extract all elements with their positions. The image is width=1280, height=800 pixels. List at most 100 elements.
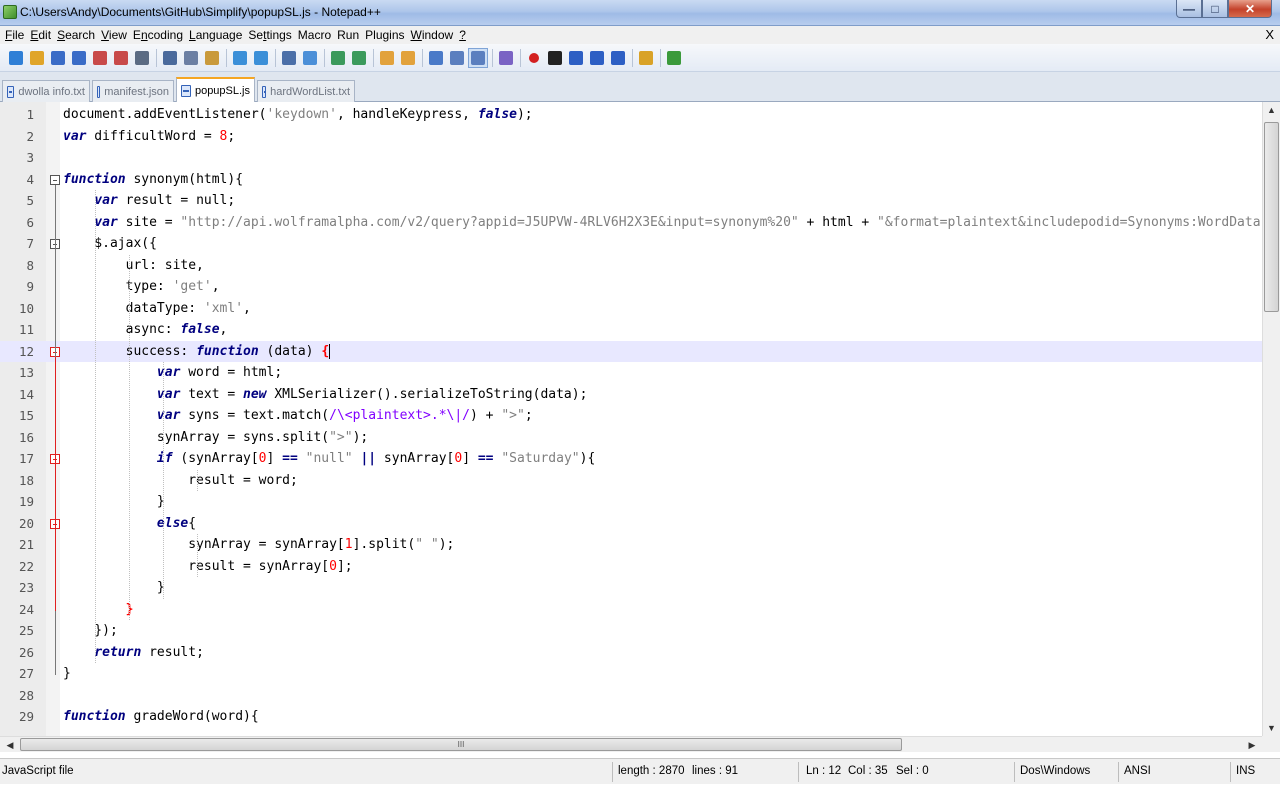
sync-vertical-button[interactable]	[377, 48, 397, 68]
word-wrap-icon	[429, 50, 443, 65]
save-all-icon	[72, 50, 86, 65]
menu-settings[interactable]: Settings	[247, 28, 296, 42]
save-all-button[interactable]	[69, 48, 89, 68]
code-line[interactable]: 12 success: function (data) {	[0, 340, 1262, 362]
scroll-down-arrow-icon[interactable]: ▼	[1263, 720, 1280, 736]
record-macro-button[interactable]	[524, 48, 544, 68]
menu-encoding[interactable]: Encoding	[132, 28, 188, 42]
scroll-right-arrow-icon[interactable]: ▶	[1244, 737, 1260, 753]
maximize-button[interactable]: □	[1202, 0, 1228, 18]
spellcheck-button[interactable]	[664, 48, 684, 68]
save-macro-button[interactable]	[608, 48, 628, 68]
zoom-out-button[interactable]	[349, 48, 369, 68]
code-line[interactable]: 26 return result;	[0, 642, 1262, 664]
horizontal-scroll-thumb[interactable]: III	[20, 738, 902, 751]
indent-guide-icon	[471, 50, 485, 65]
code-line[interactable]: 24 }	[0, 599, 1262, 621]
code-line[interactable]: 9 type: 'get',	[0, 276, 1262, 298]
new-file-button[interactable]	[6, 48, 26, 68]
code-line[interactable]: 18 result = word;	[0, 470, 1262, 492]
code-line[interactable]: 27}	[0, 663, 1262, 685]
menu-window[interactable]: Window	[410, 28, 459, 42]
code-line[interactable]: 20 else{	[0, 513, 1262, 535]
code-line[interactable]: 21 synArray = synArray[1].split(" ");	[0, 534, 1262, 556]
code-line[interactable]: 15 var syns = text.match(/\<plaintext>.*…	[0, 405, 1262, 427]
word-wrap-button[interactable]	[426, 48, 446, 68]
code-editor[interactable]: 1 document.addEventListener('keydown', ha…	[0, 102, 1262, 736]
line-number: 14	[18, 386, 34, 402]
code-line[interactable]: 23 }	[0, 577, 1262, 599]
save-button[interactable]	[48, 48, 68, 68]
play-macro-button[interactable]	[566, 48, 586, 68]
menu-macro[interactable]: Macro	[297, 28, 336, 42]
code-line[interactable]: 17 if (synArray[0] == "null" || synArray…	[0, 448, 1262, 470]
indent-guide-button[interactable]	[468, 47, 488, 68]
code-line[interactable]: 22 result = synArray[0];	[0, 556, 1262, 578]
code-line[interactable]: 14 var text = new XMLSerializer().serial…	[0, 384, 1262, 406]
paste-button[interactable]	[202, 48, 222, 68]
code-line[interactable]: 3	[0, 147, 1262, 169]
replace-button[interactable]	[300, 48, 320, 68]
menu-language[interactable]: Language	[188, 28, 247, 42]
fold-toggle-icon[interactable]	[50, 174, 60, 185]
code-line[interactable]: 2 var difficultWord = 8;	[0, 126, 1262, 148]
tab-popupsl-js[interactable]: popupSL.js	[176, 77, 255, 102]
code-line[interactable]: 29 function gradeWord(word){	[0, 706, 1262, 728]
menu-run[interactable]: Run	[336, 28, 364, 42]
code-line[interactable]: 16 synArray = syns.split(">");	[0, 427, 1262, 449]
vertical-scroll-thumb[interactable]	[1264, 122, 1279, 312]
vertical-scrollbar[interactable]: ▲ ▼	[1262, 102, 1280, 736]
plugin-button[interactable]	[636, 48, 656, 68]
code-line[interactable]: 1 document.addEventListener('keydown', ha…	[0, 104, 1262, 126]
minimize-button[interactable]: —	[1176, 0, 1202, 18]
tab-dwolla-info-txt[interactable]: dwolla info.txt	[2, 80, 90, 102]
close-document-icon[interactable]: X	[1265, 27, 1274, 42]
scroll-left-arrow-icon[interactable]: ◀	[2, 737, 18, 753]
open-file-button[interactable]	[27, 48, 47, 68]
notepadpp-app-icon[interactable]	[3, 5, 17, 19]
code-line[interactable]: 5 var result = null;	[0, 190, 1262, 212]
line-number: 22	[18, 558, 34, 574]
menu-edit[interactable]: Edit	[29, 28, 56, 42]
menu-view[interactable]: View	[100, 28, 132, 42]
redo-button[interactable]	[251, 48, 271, 68]
line-number: 17	[18, 451, 34, 466]
scroll-up-arrow-icon[interactable]: ▲	[1263, 102, 1280, 118]
show-all-chars-button[interactable]	[447, 48, 467, 68]
code-line[interactable]: 8 url: site,	[0, 255, 1262, 277]
run-macro-multiple-button[interactable]	[587, 48, 607, 68]
close-window-button[interactable]: ✕	[1228, 0, 1272, 18]
copy-button[interactable]	[181, 48, 201, 68]
menu-file[interactable]: File	[4, 28, 29, 42]
tab-bar: dwolla info.txt manifest.json popupSL.js ha…	[0, 72, 1280, 102]
code-line[interactable]: 7 $.ajax({	[0, 233, 1262, 255]
line-number: 26	[18, 644, 34, 660]
undo-button[interactable]	[230, 48, 250, 68]
tab-hardwordlist-txt[interactable]: hardWordList.txt	[257, 80, 355, 102]
user-lang-button[interactable]	[496, 48, 516, 68]
menu-help[interactable]: ?	[458, 28, 471, 42]
print-button[interactable]	[132, 48, 152, 68]
close-all-button[interactable]	[111, 48, 131, 68]
close-button[interactable]	[90, 48, 110, 68]
stop-macro-button[interactable]	[545, 48, 565, 68]
toolbar-separator	[520, 48, 521, 67]
menu-plugins[interactable]: Plugins	[364, 28, 409, 42]
status-lines: lines : 91	[692, 765, 739, 777]
code-line[interactable]: 19 }	[0, 491, 1262, 513]
code-line[interactable]: 10 dataType: 'xml',	[0, 298, 1262, 320]
code-line[interactable]: 4 function synonym(html){	[0, 169, 1262, 191]
code-line[interactable]: 13 var word = html;	[0, 362, 1262, 384]
code-line[interactable]: 11 async: false,	[0, 319, 1262, 341]
cut-button[interactable]	[160, 48, 180, 68]
zoom-in-button[interactable]	[328, 48, 348, 68]
find-button[interactable]	[279, 48, 299, 68]
code-line[interactable]: 6 var site = "http://api.wolframalpha.co…	[0, 212, 1262, 234]
tab-manifest-json[interactable]: manifest.json	[92, 80, 174, 102]
code-line[interactable]: 25 });	[0, 620, 1262, 642]
horizontal-scrollbar[interactable]: ◀ III ▶	[0, 736, 1262, 752]
code-line[interactable]: 28	[0, 685, 1262, 707]
sync-horizontal-button[interactable]	[398, 48, 418, 68]
menu-search[interactable]: Search	[56, 28, 100, 42]
status-column: Col : 35	[848, 765, 888, 777]
